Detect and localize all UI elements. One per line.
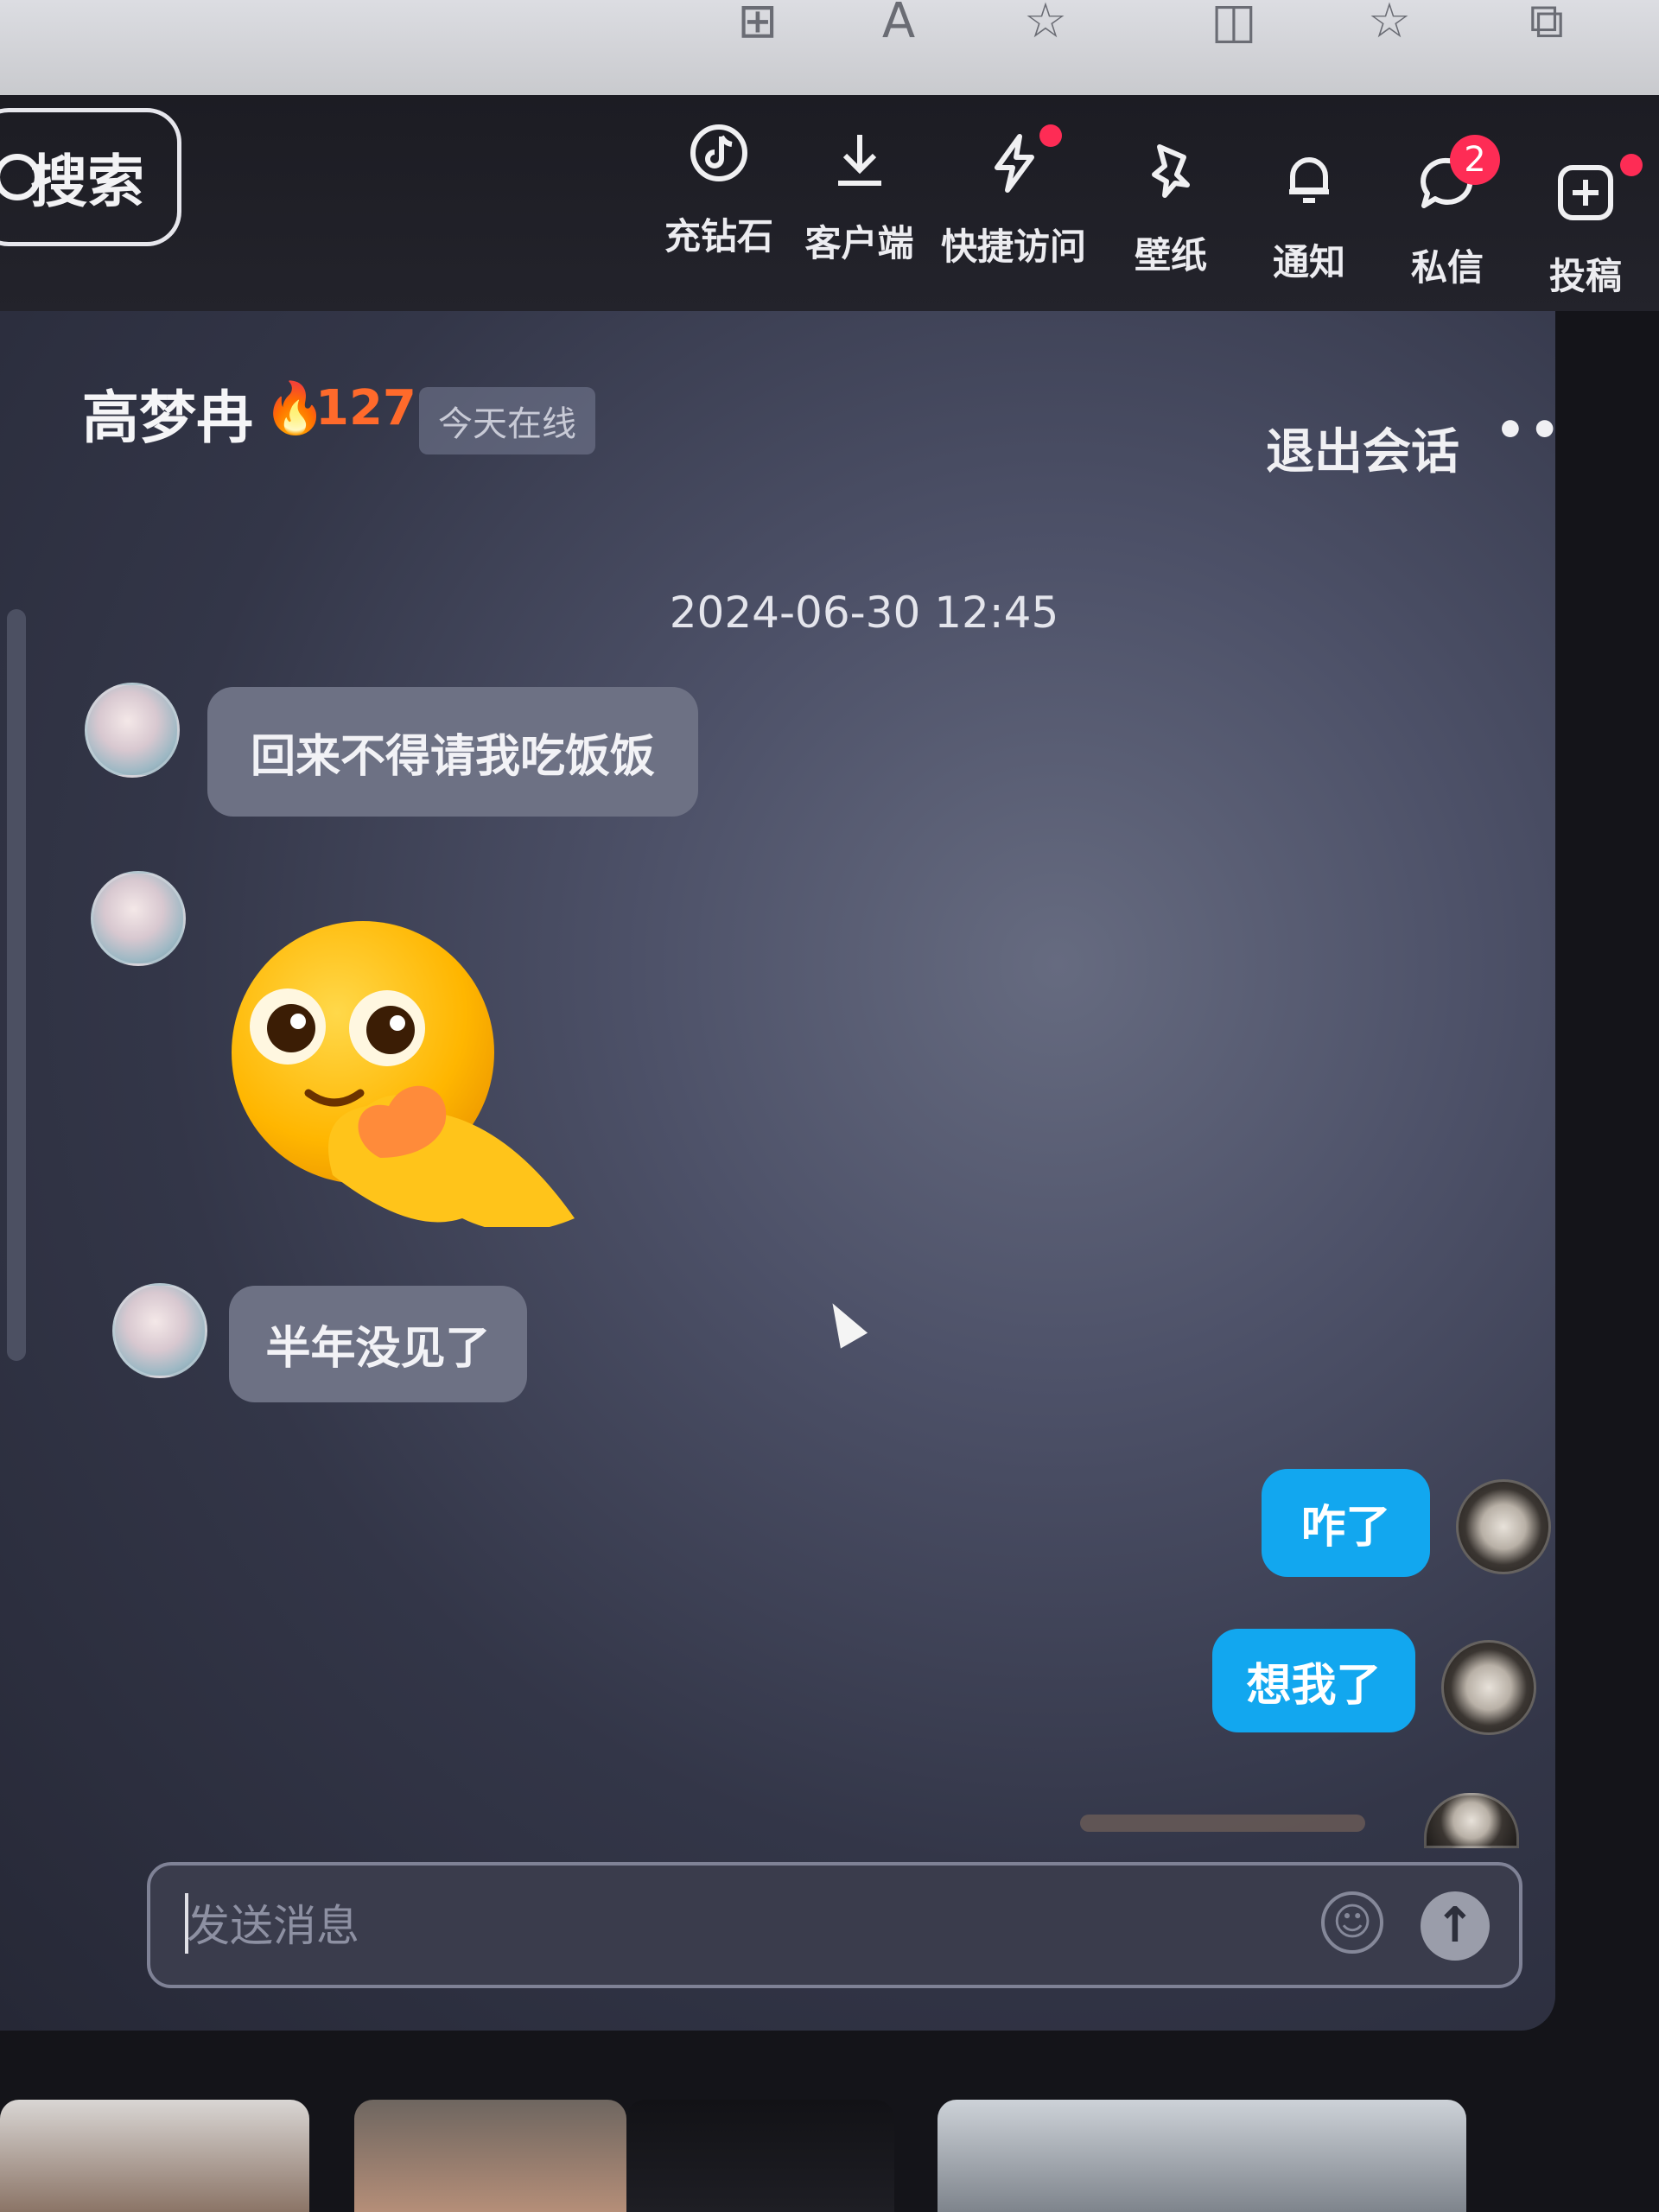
feed-thumbnail[interactable] — [0, 2100, 309, 2212]
nav-label: 通知 — [1272, 241, 1345, 283]
message-count-badge: 2 — [1450, 135, 1500, 185]
message-bubble[interactable]: 想我了 — [1212, 1629, 1415, 1732]
nav-label: 快捷访问 — [940, 226, 1086, 268]
upload-plus-icon — [1558, 165, 1613, 220]
contact-name[interactable]: 高梦冉 — [82, 372, 253, 454]
message-timestamp: 2024-06-30 12:45 — [669, 588, 1059, 638]
download-icon — [837, 135, 881, 186]
emoji-icon[interactable]: ☺ — [1321, 1891, 1383, 1954]
more-options-icon[interactable]: ••• — [1495, 403, 1555, 459]
search-button[interactable]: 搜索 — [0, 108, 181, 246]
message-bubble[interactable]: 咋了 — [1262, 1469, 1430, 1577]
nav-wallpaper[interactable]: 壁纸 — [1123, 140, 1218, 279]
message-bubble[interactable]: 回来不得请我吃饭饭 — [207, 687, 698, 817]
nav-label: 充钻石 — [664, 215, 773, 257]
page: ⊞ A ☆ ◫ ☆ ⧉ 搜索 充钻石 客户端 快捷访问 壁纸 通知 私信 2 投… — [0, 0, 1659, 2212]
browser-toolbar: ⊞ A ☆ ◫ ☆ ⧉ — [0, 0, 1659, 99]
split-screen-icon[interactable]: ◫ — [1204, 0, 1264, 52]
nav-recharge-diamonds[interactable]: 充钻石 — [658, 121, 779, 260]
grid-icon[interactable]: ⊞ — [728, 0, 788, 52]
lightning-icon — [995, 134, 1034, 193]
bell-icon — [1289, 157, 1329, 203]
favorite-star-icon[interactable]: ☆ — [1015, 0, 1076, 52]
top-navigation: 搜索 充钻石 客户端 快捷访问 壁纸 通知 私信 2 投稿 — [0, 95, 1659, 311]
heart-hands-smiley-sticker[interactable] — [229, 916, 583, 1227]
feed-thumbnail[interactable] — [354, 2100, 626, 2212]
nav-quick-access[interactable]: 快捷访问 — [940, 124, 1087, 270]
upload-dot — [1620, 154, 1643, 176]
nav-upload[interactable]: 投稿 — [1534, 154, 1643, 300]
contact-avatar[interactable] — [85, 683, 180, 778]
nav-notifications[interactable]: 通知 — [1262, 147, 1357, 286]
online-status: 今天在线 — [419, 387, 595, 454]
nav-client[interactable]: 客户端 — [797, 128, 922, 267]
scrollbar[interactable] — [7, 609, 26, 1361]
nav-messages[interactable]: 私信 2 — [1400, 135, 1500, 291]
feed-thumbnail[interactable] — [938, 2100, 1466, 2212]
contact-avatar[interactable] — [91, 871, 186, 966]
message-bubble[interactable]: 半年没见了 — [229, 1286, 527, 1402]
mouse-cursor-icon — [818, 1295, 868, 1349]
exit-session-button[interactable]: 退出会话 — [1266, 413, 1459, 483]
add-collection-icon[interactable]: ⧉ — [1516, 0, 1577, 52]
send-arrow-icon[interactable]: ↑ — [1421, 1891, 1490, 1961]
chat-header: 高梦冉 🔥 127 今天在线 退出会话 ••• ✕ — [0, 311, 1555, 493]
chat-panel: 高梦冉 🔥 127 今天在线 退出会话 ••• ✕ 2024-06-30 12:… — [0, 311, 1555, 2031]
favorites-list-icon[interactable]: ☆ — [1359, 0, 1420, 52]
streak-count: 127 — [315, 380, 416, 436]
quick-access-dot — [1039, 124, 1062, 147]
user-avatar[interactable] — [1424, 1793, 1519, 1848]
search-label: 搜索 — [30, 149, 144, 215]
wallpaper-pin-icon — [1152, 144, 1190, 198]
feed-thumbnail[interactable] — [626, 2100, 894, 2212]
read-aloud-icon[interactable]: A — [868, 0, 929, 52]
text-caret — [185, 1893, 188, 1954]
nav-label: 壁纸 — [1134, 234, 1207, 276]
user-avatar[interactable] — [1456, 1479, 1551, 1574]
nav-label: 客户端 — [804, 222, 914, 264]
user-avatar[interactable] — [1441, 1640, 1536, 1735]
contact-avatar[interactable] — [112, 1283, 207, 1378]
partial-message — [1080, 1815, 1365, 1832]
message-composer: ☺ ↑ — [147, 1862, 1522, 1988]
message-input[interactable] — [185, 1866, 1312, 1986]
nav-label: 私信 — [1410, 246, 1484, 289]
nav-label: 投稿 — [1548, 255, 1622, 297]
tiktok-diamond-icon — [690, 124, 747, 181]
